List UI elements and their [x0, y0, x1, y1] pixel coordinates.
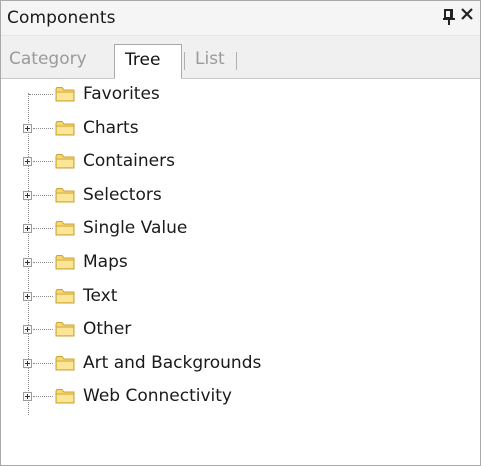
- components-panel: Components Category Tree List Favorites C…: [0, 0, 481, 466]
- tree-item-label: Selectors: [83, 184, 162, 205]
- tree-item[interactable]: Selectors: [1, 182, 480, 212]
- close-icon-svg: [461, 8, 473, 20]
- expand-icon[interactable]: [23, 358, 32, 368]
- tree-item[interactable]: Favorites: [1, 81, 480, 111]
- tree-item-label: Favorites: [83, 84, 160, 104]
- tree-item[interactable]: Other: [1, 316, 480, 346]
- close-icon[interactable]: [460, 7, 474, 25]
- tree-item[interactable]: Text: [1, 283, 480, 313]
- folder-icon: [55, 86, 75, 102]
- expand-icon[interactable]: [23, 325, 32, 335]
- tree-item[interactable]: Single Value: [1, 215, 480, 245]
- folder-icon: [55, 355, 75, 371]
- folder-icon: [55, 187, 75, 203]
- tree-connector-line: [33, 396, 53, 398]
- folder-icon: [55, 153, 75, 169]
- expand-icon[interactable]: [23, 258, 32, 267]
- expand-icon[interactable]: [23, 291, 32, 301]
- tab-category[interactable]: Category: [1, 44, 95, 76]
- tree-item-label: Single Value: [83, 218, 188, 239]
- tree-connector-line: [29, 94, 53, 95]
- folder-icon: [55, 220, 75, 236]
- tree-item[interactable]: Maps: [1, 249, 480, 279]
- tree-item-label: Charts: [83, 117, 139, 138]
- tree-connector-line: [33, 295, 53, 297]
- tree-item-label: Other: [83, 319, 132, 340]
- expand-icon[interactable]: [23, 190, 32, 200]
- tree-item-label: Art and Backgrounds: [83, 352, 262, 373]
- tree-item-label: Containers: [83, 151, 175, 172]
- tree-connector-line: [33, 329, 53, 331]
- folder-icon: [55, 120, 75, 136]
- tree-connector-line: [33, 161, 53, 163]
- tree-connector-line: [33, 127, 53, 129]
- tree-connector-line: [33, 262, 53, 263]
- components-tree: Favorites Charts Containers Selectors Single…: [1, 79, 480, 465]
- folder-icon: [55, 288, 75, 304]
- tree-item[interactable]: Charts: [1, 115, 480, 145]
- tree-item-label: Maps: [83, 252, 128, 272]
- tree-connector-line: [33, 194, 53, 196]
- pin-icon[interactable]: [442, 9, 456, 28]
- panel-titlebar: Components: [1, 1, 480, 36]
- expand-icon[interactable]: [23, 123, 32, 133]
- expand-icon[interactable]: [23, 224, 32, 234]
- folder-icon: [55, 254, 75, 270]
- tree-item-label: Text: [83, 285, 118, 306]
- expand-icon[interactable]: [23, 157, 32, 167]
- expand-icon[interactable]: [23, 392, 32, 402]
- tree-connector-line: [33, 362, 53, 364]
- tree-item[interactable]: Web Connectivity: [1, 383, 480, 413]
- tree-connector-line: [33, 228, 53, 230]
- tree-item-label: Web Connectivity: [83, 386, 232, 407]
- folder-icon: [55, 388, 75, 404]
- tree-item[interactable]: Art and Backgrounds: [1, 350, 480, 380]
- tree-item[interactable]: Containers: [1, 148, 480, 178]
- tab-separator: [184, 52, 185, 70]
- tab-bar: Category Tree List: [1, 36, 480, 79]
- pin-icon-svg: [443, 9, 455, 25]
- tab-separator: [236, 52, 237, 70]
- folder-icon: [55, 321, 75, 337]
- tab-list[interactable]: List: [187, 44, 233, 76]
- tab-tree[interactable]: Tree: [114, 44, 182, 79]
- panel-title: Components: [7, 8, 116, 28]
